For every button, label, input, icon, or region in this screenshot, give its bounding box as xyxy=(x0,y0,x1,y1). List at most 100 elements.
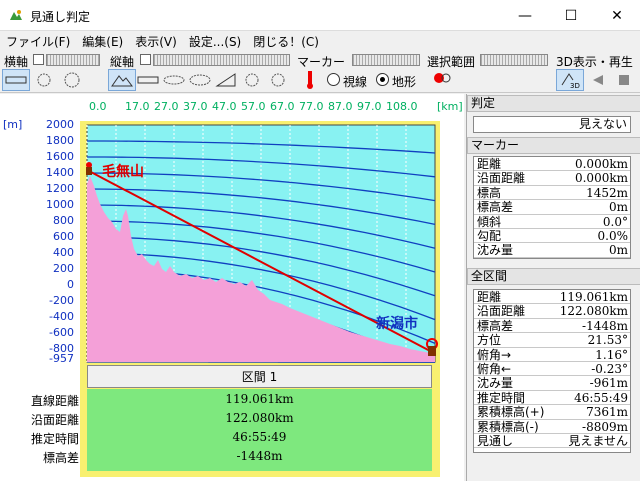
section-label-surface-distance: 沿面距離 xyxy=(30,413,79,427)
flat-2-button[interactable] xyxy=(134,69,162,91)
slope-icon xyxy=(215,73,236,87)
profile-chart: 0.0 17.0 27.0 37.0 47.0 57.0 67.0 77.0 8… xyxy=(0,94,464,481)
app-icon xyxy=(10,10,22,20)
marker-header: マーカー xyxy=(467,137,640,154)
all-key: 沿面距離 xyxy=(477,304,526,319)
zoom-1-button[interactable] xyxy=(30,69,58,91)
all-value: -1448m xyxy=(582,318,628,333)
marker-key: 標高差 xyxy=(477,200,514,215)
marker-row: 勾配 0.0% xyxy=(474,228,630,244)
slope-button[interactable] xyxy=(212,69,240,91)
all-value: 見えません xyxy=(568,433,628,448)
horizontal-axis-checkbox[interactable] xyxy=(33,54,44,65)
maximize-button[interactable]: ☐ xyxy=(548,0,594,31)
all-row: 沿面距離 122.080km xyxy=(474,304,630,319)
mountain-view-button[interactable] xyxy=(108,69,136,91)
menu-file[interactable]: ファイル(F) xyxy=(0,31,76,51)
stop-button[interactable] xyxy=(610,69,638,91)
all-row: 見通し 見えません xyxy=(474,433,630,449)
rotate-2-button[interactable] xyxy=(264,69,292,91)
start-location-label: 毛無山 xyxy=(102,163,144,180)
menu-edit[interactable]: 編集(E) xyxy=(76,31,129,51)
vertical-axis-slider[interactable] xyxy=(153,54,290,66)
curve-2-button[interactable] xyxy=(186,69,214,91)
marker-value: 0.0% xyxy=(597,228,629,243)
section-label-elev-diff: 標高差 xyxy=(42,451,79,465)
play-back-button[interactable] xyxy=(584,69,612,91)
all-value: -961m xyxy=(589,376,628,391)
all-section-grid: 距離 119.061km 沿面距離 122.080km 標高差 -1448m 方位 21.53… xyxy=(473,289,631,453)
all-key: 累積標高(+) xyxy=(477,405,545,420)
marker-value: 0.0° xyxy=(602,214,628,229)
marker-slider[interactable] xyxy=(352,54,420,66)
menu-close[interactable]: 閉じる！(C) xyxy=(247,31,325,51)
all-row: 標高差 -1448m xyxy=(474,318,630,334)
flat-view-button[interactable] xyxy=(2,69,30,91)
window-title: 見通し判定 xyxy=(30,10,91,24)
curve-1-button[interactable] xyxy=(160,69,188,91)
radio-terrain-label: 地形 xyxy=(392,75,417,89)
info-panel: 判定 見えない マーカー 距離 0.000km 沿面距離 0.000km 標高 1452m… xyxy=(466,94,640,481)
section-values: 直線距離 119.061km 沿面距離 122.080km 推定時間 46:55… xyxy=(31,389,432,471)
menu-bar: ファイル(F) 編集(E) 表示(V) 設定...(S) 閉じる！(C) xyxy=(0,31,640,51)
radio-terrain[interactable] xyxy=(376,73,389,86)
all-value: -8809m xyxy=(582,419,628,434)
all-row: 距離 119.061km xyxy=(474,290,630,305)
curve-icon xyxy=(163,75,185,85)
marker-row: 距離 0.000km xyxy=(474,157,630,172)
radio-sightline-label: 視線 xyxy=(343,75,368,89)
marker-value: 0m xyxy=(608,243,628,258)
toolbar: 横軸 縦軸 マーカー 選択範囲 3D表示・再生 視線 地形 3D xyxy=(0,51,640,93)
selection-slider[interactable] xyxy=(480,54,548,66)
section-value-direct-distance: 119.061km xyxy=(225,392,294,406)
marker-row: 沿面距離 0.000km xyxy=(474,171,630,186)
all-row: 俯角← -0.23° xyxy=(474,362,630,377)
section-value-time: 46:55:49 xyxy=(232,430,287,444)
marker-button[interactable] xyxy=(296,69,324,91)
marker-key: 距離 xyxy=(477,157,502,171)
marker-row: 標高 1452m xyxy=(474,185,630,201)
zoom-icon-2 xyxy=(64,72,80,88)
horizontal-axis-slider[interactable] xyxy=(46,54,100,66)
all-value: 21.53° xyxy=(587,333,628,348)
all-key: 俯角→ xyxy=(477,347,512,362)
title-bar: 見通し判定 — ☐ ✕ xyxy=(0,0,640,31)
all-key: 累積標高(-) xyxy=(477,419,539,434)
all-value: 122.080km xyxy=(559,304,628,319)
all-value: 46:55:49 xyxy=(574,390,628,405)
minimize-button[interactable]: — xyxy=(502,0,548,31)
close-button[interactable]: ✕ xyxy=(594,0,640,31)
all-row: 累積標高(-) -8809m xyxy=(474,420,630,434)
marker-grid: 距離 0.000km 沿面距離 0.000km 標高 1452m 標高差 0m 傾斜 0.0° 勾配… xyxy=(473,156,631,259)
menu-settings[interactable]: 設定...(S) xyxy=(183,31,247,51)
marker-row: 標高差 0m xyxy=(474,200,630,215)
zoom-icon xyxy=(37,73,51,87)
flat-2-icon xyxy=(137,76,159,84)
view3d-button[interactable]: 3D xyxy=(556,69,584,91)
judge-header: 判定 xyxy=(467,95,640,112)
marker-row: 沈み量 0m xyxy=(474,243,630,258)
radio-sightline[interactable] xyxy=(327,73,340,86)
all-value: 1.16° xyxy=(595,347,628,362)
all-section-header: 全区間 xyxy=(467,268,640,285)
menu-view[interactable]: 表示(V) xyxy=(129,31,183,51)
marker-key: 標高 xyxy=(477,185,502,200)
rotate-2-icon xyxy=(271,73,285,87)
rotate-1-button[interactable] xyxy=(238,69,266,91)
marker-row: 傾斜 0.0° xyxy=(474,215,630,229)
all-row: 俯角→ 1.16° xyxy=(474,348,630,362)
all-row: 沈み量 -961m xyxy=(474,376,630,391)
all-key: 見通し xyxy=(477,433,514,448)
view3d-label: 3D表示・再生 xyxy=(556,55,633,69)
all-key: 距離 xyxy=(477,290,502,304)
marker-value: 0.000km xyxy=(574,171,628,186)
all-key: 推定時間 xyxy=(477,390,526,405)
zoom-2-button[interactable] xyxy=(58,69,86,91)
marker-key: 沿面距離 xyxy=(477,171,526,186)
section-tab[interactable]: 区間 1 xyxy=(87,365,432,388)
vertical-axis-checkbox[interactable] xyxy=(140,54,151,65)
selection-marker-button[interactable] xyxy=(428,69,456,91)
marker-value: 1452m xyxy=(586,185,628,200)
end-location-label: 新潟市 xyxy=(376,315,418,332)
mountain-icon xyxy=(111,75,133,87)
